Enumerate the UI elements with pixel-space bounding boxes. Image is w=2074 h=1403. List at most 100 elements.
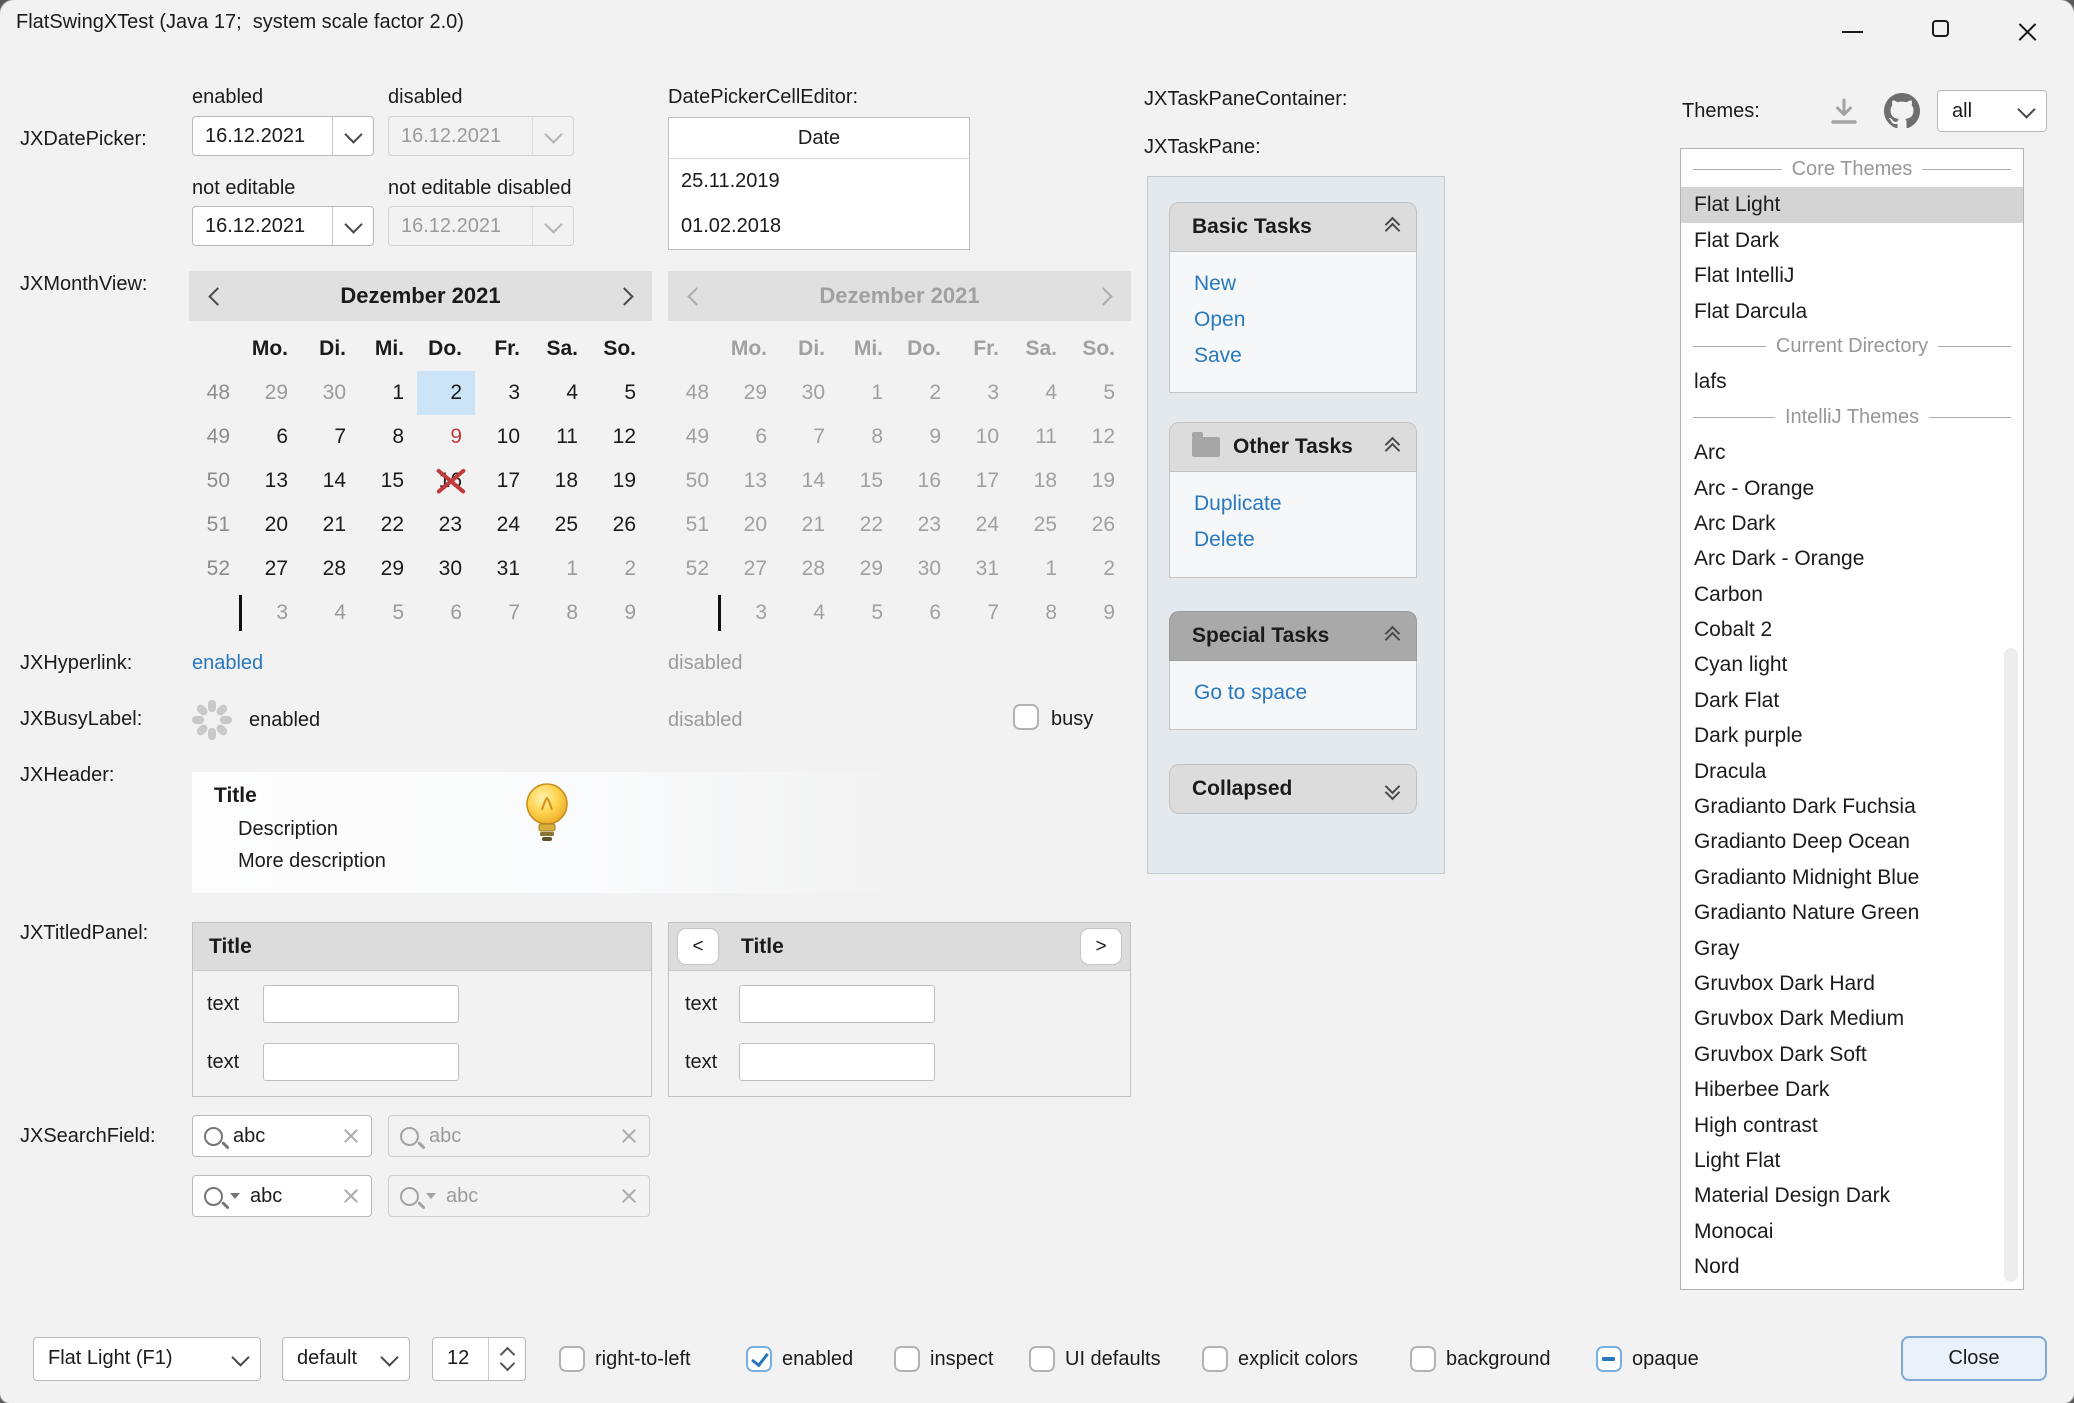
download-icon[interactable] [1828, 97, 1860, 127]
table-row[interactable]: 25.11.2019 [669, 159, 969, 204]
theme-list-item[interactable]: Light Flat [1681, 1143, 2023, 1178]
close-window-icon[interactable] [2016, 21, 2038, 43]
theme-list-item[interactable]: Gruvbox Dark Soft [1681, 1037, 2023, 1072]
chevron-double-up-icon[interactable] [1384, 219, 1400, 236]
day-cell[interactable]: 7 [475, 591, 533, 635]
day-cell[interactable]: 15 [359, 459, 417, 503]
clear-icon[interactable] [342, 1127, 360, 1145]
theme-list-item[interactable]: Gradianto Dark Fuchsia [1681, 789, 2023, 824]
day-cell[interactable]: 6 [243, 415, 301, 459]
search-input[interactable]: abc [233, 1125, 332, 1148]
enabled-checkbox[interactable] [746, 1346, 772, 1372]
font-size-spinner[interactable]: 12 [432, 1337, 526, 1381]
datepicker-not-editable[interactable]: 16.12.2021 [192, 206, 374, 246]
datepicker-dropdown-button[interactable] [332, 207, 373, 245]
themes-list-scrollbar[interactable] [2004, 648, 2018, 1282]
theme-list-item[interactable]: Gradianto Deep Ocean [1681, 824, 2023, 859]
day-cell[interactable]: 24 [475, 503, 533, 547]
combobox-value[interactable]: default [283, 1338, 369, 1380]
theme-list-item[interactable]: Flat Darcula [1681, 294, 2023, 329]
day-cell[interactable]: 2 [591, 547, 649, 591]
theme-list-item[interactable]: Gray [1681, 931, 2023, 966]
datepicker-enabled[interactable]: 16.12.2021 [192, 116, 374, 156]
day-cell[interactable]: 19 [591, 459, 649, 503]
theme-list-item[interactable]: Carbon [1681, 577, 2023, 612]
day-cell[interactable]: 8 [533, 591, 591, 635]
font-combobox[interactable]: default [282, 1337, 410, 1381]
day-cell[interactable]: 4 [533, 371, 591, 415]
search-input[interactable]: abc [250, 1185, 332, 1208]
theme-list-item[interactable]: Dark purple [1681, 718, 2023, 753]
taskpane-link-duplicate[interactable]: Duplicate [1170, 486, 1416, 522]
theme-list-item[interactable]: Flat Dark [1681, 223, 2023, 258]
hyperlink-enabled[interactable]: enabled [192, 652, 263, 675]
text-field[interactable] [263, 985, 459, 1023]
day-cell[interactable]: 10 [475, 415, 533, 459]
close-button[interactable]: Close [1901, 1336, 2047, 1381]
datepicker-dropdown-button[interactable] [332, 117, 373, 155]
themes-filter-combobox[interactable]: all [1937, 90, 2047, 132]
next-month-button[interactable] [596, 290, 652, 303]
day-cell[interactable]: 23 [417, 503, 475, 547]
background-checkbox[interactable] [1410, 1346, 1436, 1372]
busy-checkbox[interactable] [1013, 704, 1039, 730]
text-field[interactable] [739, 985, 935, 1023]
inspect-checkbox[interactable] [894, 1346, 920, 1372]
day-cell[interactable]: 17 [475, 459, 533, 503]
day-cell[interactable]: 5 [591, 371, 649, 415]
day-cell[interactable]: 12 [591, 415, 649, 459]
day-cell[interactable]: 30 [417, 547, 475, 591]
taskpane-link-open[interactable]: Open [1170, 302, 1416, 338]
spinner-down-icon[interactable] [500, 1356, 516, 1372]
day-cell[interactable]: 5 [359, 591, 417, 635]
taskpane-header-collapsed[interactable]: Collapsed [1169, 764, 1417, 814]
table-row[interactable]: 01.02.2018 [669, 204, 969, 249]
theme-list-item[interactable]: High contrast [1681, 1108, 2023, 1143]
day-cell[interactable]: 28 [301, 547, 359, 591]
monthview-enabled[interactable]: Dezember 2021Mo.Di.Mi.Do.Fr.Sa.So.482930… [189, 271, 652, 635]
theme-list-item[interactable]: Arc Dark [1681, 506, 2023, 541]
taskpane-link-save[interactable]: Save [1170, 338, 1416, 374]
day-cell[interactable]: 29 [359, 547, 417, 591]
day-cell[interactable]: 11 [533, 415, 591, 459]
taskpane-link-new[interactable]: New [1170, 266, 1416, 302]
day-cell[interactable]: 27 [243, 547, 301, 591]
day-cell[interactable]: 3 [243, 591, 301, 635]
day-cell[interactable]: 9 [591, 591, 649, 635]
chevron-double-up-icon[interactable] [1384, 628, 1400, 645]
themes-list[interactable]: Core ThemesFlat LightFlat DarkFlat Intel… [1680, 148, 2024, 1290]
right-to-left-checkbox[interactable] [559, 1346, 585, 1372]
text-field[interactable] [739, 1043, 935, 1081]
taskpane-link-go-to-space[interactable]: Go to space [1170, 675, 1416, 711]
search-menu-arrow-icon[interactable] [230, 1193, 240, 1199]
theme-list-item[interactable]: Flat IntelliJ [1681, 258, 2023, 293]
theme-list-item[interactable]: Nord [1681, 1249, 2023, 1284]
theme-list-item[interactable]: Cyan light [1681, 647, 2023, 682]
search-field-with-menu-enabled[interactable]: abc [192, 1175, 372, 1217]
theme-list-item[interactable]: Dark Flat [1681, 683, 2023, 718]
datepicker-value[interactable]: 16.12.2021 [193, 207, 332, 245]
theme-list-item[interactable]: Gruvbox Dark Medium [1681, 1001, 2023, 1036]
combobox-value[interactable]: all [1938, 91, 2006, 131]
ui-defaults-checkbox[interactable] [1029, 1346, 1055, 1372]
taskpane-header-other-tasks[interactable]: Other Tasks [1169, 422, 1417, 472]
titled-panel-prev-button[interactable]: < [677, 928, 719, 965]
day-cell[interactable]: 1 [359, 371, 417, 415]
combobox-value[interactable]: Flat Light (F1) [34, 1338, 220, 1380]
chevron-double-down-icon[interactable] [1384, 781, 1400, 798]
day-cell[interactable]: 29 [243, 371, 301, 415]
day-cell[interactable]: 14 [301, 459, 359, 503]
day-cell[interactable]: 31 [475, 547, 533, 591]
github-icon[interactable] [1884, 93, 1920, 129]
theme-list-item[interactable]: Cobalt 2 [1681, 612, 2023, 647]
theme-list-item[interactable]: Material Design Dark [1681, 1178, 2023, 1213]
clear-icon[interactable] [342, 1187, 360, 1205]
day-cell[interactable]: 2 [417, 371, 475, 415]
day-cell[interactable]: 13 [243, 459, 301, 503]
explicit-colors-checkbox[interactable] [1202, 1346, 1228, 1372]
day-cell[interactable]: 18 [533, 459, 591, 503]
day-cell[interactable]: 1 [533, 547, 591, 591]
taskpane-link-delete[interactable]: Delete [1170, 522, 1416, 558]
day-cell[interactable]: 8 [359, 415, 417, 459]
day-cell[interactable]: 21 [301, 503, 359, 547]
